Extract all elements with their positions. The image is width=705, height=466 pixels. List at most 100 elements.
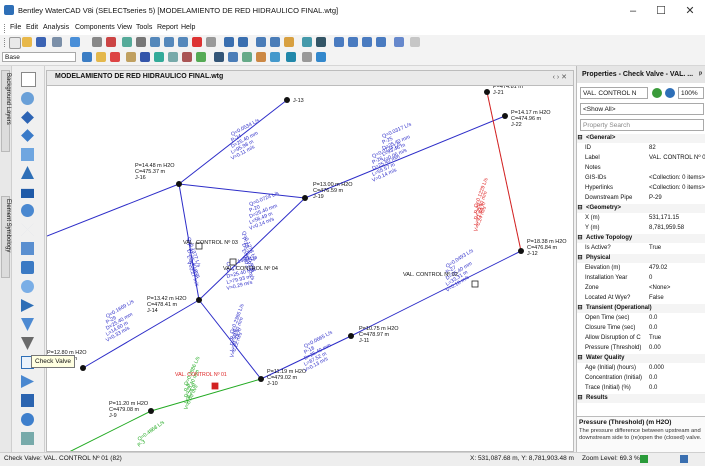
contour-icon[interactable] <box>270 37 280 47</box>
junction-node[interactable] <box>348 333 354 339</box>
property-row[interactable]: X (m) 531,171.15 <box>577 214 705 223</box>
open-folder-icon[interactable] <box>22 37 32 47</box>
layout-icon[interactable] <box>394 37 404 47</box>
show-filter-combo[interactable]: <Show All> <box>580 103 704 115</box>
calc-options-icon[interactable] <box>214 52 224 62</box>
tcv-layout-icon[interactable] <box>21 375 34 388</box>
property-row[interactable]: Located At Wye? False <box>577 294 705 303</box>
junction-node[interactable] <box>518 248 524 254</box>
run-icon[interactable] <box>82 52 92 62</box>
property-row[interactable]: GIS-IDs <Collection: 0 items> <box>577 174 705 183</box>
info-icon[interactable] <box>316 52 326 62</box>
property-value[interactable]: True <box>649 334 705 343</box>
property-category[interactable]: Active Topology ⊟ <box>577 234 705 243</box>
report-icon[interactable] <box>242 52 252 62</box>
collapse-icon[interactable]: ⊟ <box>577 394 583 403</box>
pipe-layout-icon[interactable] <box>21 92 34 105</box>
property-value[interactable]: <Collection: 0 items> <box>649 174 705 183</box>
flushing-icon[interactable] <box>256 52 266 62</box>
find-icon[interactable] <box>122 37 132 47</box>
background-layers-icon[interactable] <box>362 37 372 47</box>
junction-node[interactable] <box>176 181 182 187</box>
property-value[interactable]: 0 <box>649 274 705 283</box>
property-row[interactable]: Elevation (m) 479.02 <box>577 264 705 273</box>
check-valve[interactable] <box>229 258 237 266</box>
property-value[interactable]: 0.0 <box>649 314 705 323</box>
darwin-icon[interactable] <box>286 52 296 62</box>
property-value[interactable]: 479.02 <box>649 264 705 273</box>
text-tool-icon[interactable] <box>21 432 34 445</box>
select-tool-icon[interactable] <box>21 72 36 87</box>
collapse-icon[interactable]: ⊟ <box>577 304 583 313</box>
junction-node[interactable] <box>502 113 508 119</box>
compute-icon[interactable] <box>284 37 294 47</box>
property-row[interactable]: Age (Initial) (hours) 0.000 <box>577 364 705 373</box>
maximize-button[interactable]: ☐ <box>648 3 674 19</box>
customer-meter-icon[interactable] <box>21 280 34 293</box>
property-category[interactable]: Water Quality ⊟ <box>577 354 705 363</box>
drawing-tab-title[interactable]: MODELAMIENTO DE RED HIDRAULICO FINAL.wtg <box>55 73 223 80</box>
scenario-combo[interactable]: Base <box>2 52 76 62</box>
property-value[interactable]: 531,171.15 <box>649 214 705 223</box>
check-valve[interactable] <box>471 280 479 288</box>
help-icon-panel[interactable] <box>665 88 675 98</box>
element-selector[interactable]: VAL. CONTROL N <box>580 87 648 99</box>
property-row[interactable]: Downstream Pipe P-29 <box>577 194 705 203</box>
turbine-layout-icon[interactable] <box>21 242 34 255</box>
menu-file[interactable]: File <box>10 24 21 31</box>
scenario-icon[interactable] <box>302 37 312 47</box>
collapse-icon[interactable]: ⊟ <box>577 204 583 213</box>
junction-node[interactable] <box>148 408 154 414</box>
property-value[interactable]: P-29 <box>649 194 705 203</box>
tank-shape-icon[interactable] <box>21 188 34 198</box>
property-value[interactable]: 0.00 <box>649 344 705 353</box>
psv-layout-icon[interactable] <box>21 318 34 331</box>
property-category[interactable]: <General> ⊟ <box>577 134 705 143</box>
tank-tool-icon[interactable] <box>154 52 164 62</box>
spot-elevation-icon[interactable] <box>21 261 34 274</box>
reservoir-tool-icon[interactable] <box>168 52 178 62</box>
named-views-icon[interactable] <box>376 37 386 47</box>
property-value[interactable]: True <box>649 244 705 253</box>
zoom-extents-icon[interactable] <box>192 37 202 47</box>
save-icon[interactable] <box>36 37 46 47</box>
property-value[interactable]: 82 <box>649 144 705 153</box>
close-button[interactable]: ✕ <box>677 3 703 19</box>
property-value[interactable]: VAL. CONTROL Nº 01 <box>649 154 705 163</box>
property-row[interactable]: Zone <None> <box>577 284 705 293</box>
menu-edit[interactable]: Edit <box>26 24 38 31</box>
property-value[interactable]: 0.0 <box>649 384 705 393</box>
property-value[interactable]: 8,781,959.58 <box>649 224 705 233</box>
junction-node[interactable] <box>80 365 86 371</box>
property-row[interactable]: Open Time (sec) 0.0 <box>577 314 705 323</box>
menu-analysis[interactable]: Analysis <box>43 24 69 31</box>
junction-tool-icon[interactable] <box>140 52 150 62</box>
print-icon[interactable] <box>52 37 62 47</box>
junction-node[interactable] <box>284 97 290 103</box>
arrow-icon[interactable] <box>302 52 312 62</box>
select-icon[interactable] <box>136 37 146 47</box>
find-element-icon[interactable] <box>652 88 662 98</box>
alternatives-icon[interactable] <box>316 37 326 47</box>
tab-element-symbology[interactable]: Element Symbology <box>1 196 11 278</box>
property-row[interactable]: Concentration (Initial) 0.0 <box>577 374 705 383</box>
prv-layout-icon[interactable] <box>21 299 34 312</box>
pipe[interactable] <box>150 378 262 412</box>
pipe-tool-icon[interactable] <box>126 52 136 62</box>
pipe[interactable] <box>350 250 522 337</box>
gpv-layout-icon[interactable] <box>21 394 34 407</box>
zoom-in-icon[interactable] <box>164 37 174 47</box>
junction-node[interactable] <box>258 376 264 382</box>
zoom-out-icon[interactable] <box>178 37 188 47</box>
user-notifications-icon[interactable] <box>228 52 238 62</box>
pan-icon[interactable] <box>206 37 216 47</box>
drawing-canvas[interactable]: J-13 P=474.81 m J-21 P=14.17 m H2O C=474.96 … <box>46 85 574 452</box>
property-category[interactable]: Transient (Operational) ⊟ <box>577 304 705 313</box>
element-symbology-icon[interactable] <box>348 37 358 47</box>
options-icon[interactable] <box>334 37 344 47</box>
property-category[interactable]: Physical ⊟ <box>577 254 705 263</box>
menu-help[interactable]: Help <box>181 24 195 31</box>
junction-node[interactable] <box>484 89 490 95</box>
property-row[interactable]: Y (m) 8,781,959.58 <box>577 224 705 233</box>
menu-components[interactable]: Components <box>75 24 115 31</box>
